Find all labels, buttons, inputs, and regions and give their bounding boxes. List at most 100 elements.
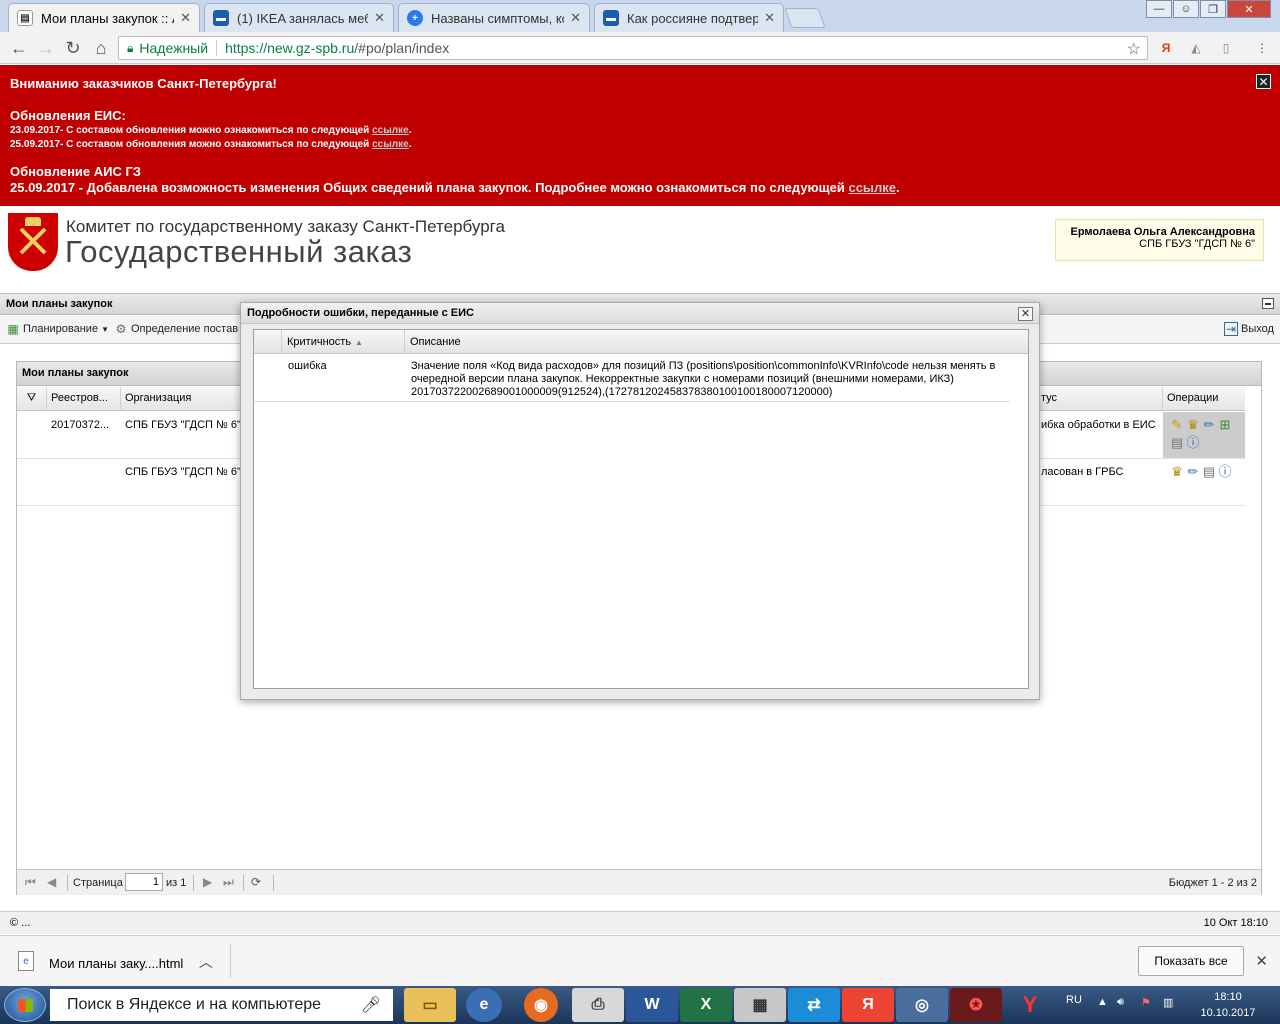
yandex-extension-icon[interactable]: Я <box>1158 40 1174 56</box>
chevron-up-icon[interactable]: ︿ <box>199 952 213 972</box>
tab-label: Мои планы закупок :: АИ <box>41 10 174 26</box>
flag-icon[interactable]: ⚑ <box>1141 996 1151 1009</box>
column-header-reg[interactable]: Реестров... <box>47 387 121 411</box>
taskbar-clock[interactable]: 18:10 10.10.2017 <box>1186 989 1270 1021</box>
collapse-icon[interactable] <box>1262 298 1274 309</box>
exit-label: Выход <box>1241 323 1274 335</box>
column-header-status[interactable]: тус <box>1037 387 1163 411</box>
address-bar[interactable]: 🔒︎ Надежный https://new.gz-spb.ru /#po/p… <box>118 36 1148 60</box>
taskbar-search[interactable]: Поиск в Яндексе и на компьютере 🎤︎ <box>50 989 393 1021</box>
notice-close-icon[interactable]: ✕ <box>1256 74 1271 89</box>
emblem-icon[interactable]: ♛ <box>1185 417 1201 433</box>
calculator-icon[interactable]: ▦ <box>734 988 786 1022</box>
error-severity: ошибка <box>288 360 327 372</box>
clock-time: 18:10 <box>1214 991 1242 1003</box>
reload-icon[interactable]: ↻ <box>62 37 84 59</box>
first-page-icon[interactable]: ⏮ <box>25 875 36 890</box>
window-close-icon[interactable]: ✕ <box>1227 0 1271 18</box>
divider <box>273 875 274 891</box>
org-line-2: Государственный заказ <box>65 234 413 269</box>
back-arrow-icon[interactable]: ← <box>8 37 30 59</box>
column-header-severity[interactable]: Критичность ▲ <box>282 330 405 353</box>
info-icon[interactable]: ⓘ <box>1217 464 1233 480</box>
ais-line-end: . <box>896 180 900 195</box>
grid-pager: ⏮ ◀ Страница из 1 ▶ ⏭ ⟳ Бюджет 1 - 2 из … <box>17 869 1261 895</box>
printer-icon[interactable]: ⎙ <box>572 988 624 1022</box>
error-description: Значение поля «Код вида расходов» для по… <box>411 360 996 398</box>
eis-link-2[interactable]: ссылке <box>372 139 409 150</box>
prev-page-icon[interactable]: ◀ <box>47 875 56 889</box>
filter-icon[interactable]: ⛛ <box>17 387 47 411</box>
doc-icon: ▤ <box>17 10 33 26</box>
home-icon[interactable]: ⌂ <box>90 37 112 59</box>
tab-close-icon[interactable]: ✕ <box>764 10 775 26</box>
last-page-icon[interactable]: ⏭ <box>223 875 234 890</box>
pdf-extension-icon[interactable]: ◭ <box>1188 40 1204 56</box>
tab-plans[interactable]: ▤ Мои планы закупок :: АИ ✕ <box>8 3 200 32</box>
severity-header-label: Критичность <box>287 336 352 348</box>
tab-close-icon[interactable]: ✕ <box>374 10 385 26</box>
document-icon[interactable]: ▤ <box>1201 464 1217 480</box>
document-icon[interactable]: ▤ <box>1169 435 1185 451</box>
tab-russians[interactable]: ▬ Как россияне подтверж ✕ <box>594 3 784 32</box>
restore-icon[interactable]: ❐ <box>1200 0 1226 18</box>
tab-close-icon[interactable]: ✕ <box>570 10 581 26</box>
info-icon[interactable]: ⓘ <box>1185 435 1201 451</box>
pencil-icon[interactable]: ✏ <box>1201 417 1217 433</box>
new-tab-button[interactable] <box>784 8 826 28</box>
add-calendar-icon[interactable]: ⊞ <box>1217 417 1233 433</box>
volume-icon[interactable]: 🔊︎ <box>1117 996 1124 1009</box>
edit-document-icon[interactable]: ✎ <box>1169 417 1185 433</box>
planning-menu-button[interactable]: ▦ Планирование ▼ <box>6 322 109 336</box>
user-icon[interactable]: ☺ <box>1173 0 1199 18</box>
tab-close-icon[interactable]: ✕ <box>180 10 191 26</box>
definition-menu-button[interactable]: ⚙ Определение постав <box>114 322 238 336</box>
emblem-icon[interactable]: ♛ <box>1169 464 1185 480</box>
divider <box>230 944 231 978</box>
microphone-icon[interactable]: 🎤︎ <box>361 995 381 1015</box>
ais-link[interactable]: ссылке <box>848 180 896 195</box>
teamviewer-icon[interactable]: ⇄ <box>788 988 840 1022</box>
planning-label: Планирование <box>23 323 99 335</box>
definition-label: Определение постав <box>131 323 239 335</box>
eis-line-2-text: 25.09.2017- С составом обновления можно … <box>10 139 373 150</box>
minimize-icon[interactable]: — <box>1146 0 1172 18</box>
file-explorer-icon[interactable]: ▭ <box>404 988 456 1022</box>
bookmark-star-icon[interactable]: ☆ <box>1127 39 1141 59</box>
network-icon[interactable]: ▥ <box>1163 996 1173 1009</box>
pencil-icon[interactable]: ✏ <box>1185 464 1201 480</box>
chrome-icon[interactable]: ◎ <box>896 988 948 1022</box>
dialog-close-icon[interactable]: ✕ <box>1018 307 1033 321</box>
copyright: © ... <box>10 917 31 929</box>
row-reg-number: 20170372... <box>51 419 110 431</box>
security-app-icon[interactable]: ✪ <box>950 988 1002 1022</box>
exit-button[interactable]: ⇥ Выход <box>1224 322 1274 336</box>
tray-expand-icon[interactable]: ▲ <box>1097 996 1108 1008</box>
yandex-browser-icon[interactable]: Y <box>1004 988 1056 1022</box>
page-number-input[interactable] <box>125 873 163 891</box>
internet-explorer-icon[interactable]: e <box>466 988 502 1022</box>
download-bar-close-icon[interactable]: ✕ <box>1255 952 1268 970</box>
word-icon[interactable]: W <box>626 988 678 1022</box>
tab-ikea[interactable]: ▬ (1) IKEA занялась мебел ✕ <box>204 3 394 32</box>
divider <box>67 875 68 891</box>
extension-icon[interactable]: ▯ <box>1218 40 1234 56</box>
yandex-icon[interactable]: Я <box>842 988 894 1022</box>
tab-symptoms[interactable]: + Названы симптомы, кот ✕ <box>398 3 590 32</box>
html-file-icon: e <box>18 951 34 971</box>
show-all-button[interactable]: Показать все <box>1138 946 1244 976</box>
spb-coat-of-arms-logo <box>8 213 58 271</box>
next-page-icon[interactable]: ▶ <box>203 875 212 889</box>
column-header-description[interactable]: Описание <box>405 330 1027 353</box>
download-file-name[interactable]: Мои планы заку....html <box>49 956 183 971</box>
firefox-icon[interactable]: ◉ <box>524 988 558 1022</box>
refresh-icon[interactable]: ⟳ <box>251 875 261 889</box>
forward-arrow-icon[interactable]: → <box>35 37 57 59</box>
error-row[interactable]: ошибка Значение поля «Код вида расходов»… <box>254 354 1010 402</box>
eis-link-1[interactable]: ссылке <box>372 125 409 136</box>
menu-icon[interactable]: ⋮ <box>1254 40 1270 56</box>
excel-icon[interactable]: X <box>680 988 732 1022</box>
language-indicator[interactable]: RU <box>1066 994 1082 1006</box>
browser-tab-strip: ▤ Мои планы закупок :: АИ ✕ ▬ (1) IKEA з… <box>0 0 1280 32</box>
start-button[interactable] <box>4 988 46 1022</box>
